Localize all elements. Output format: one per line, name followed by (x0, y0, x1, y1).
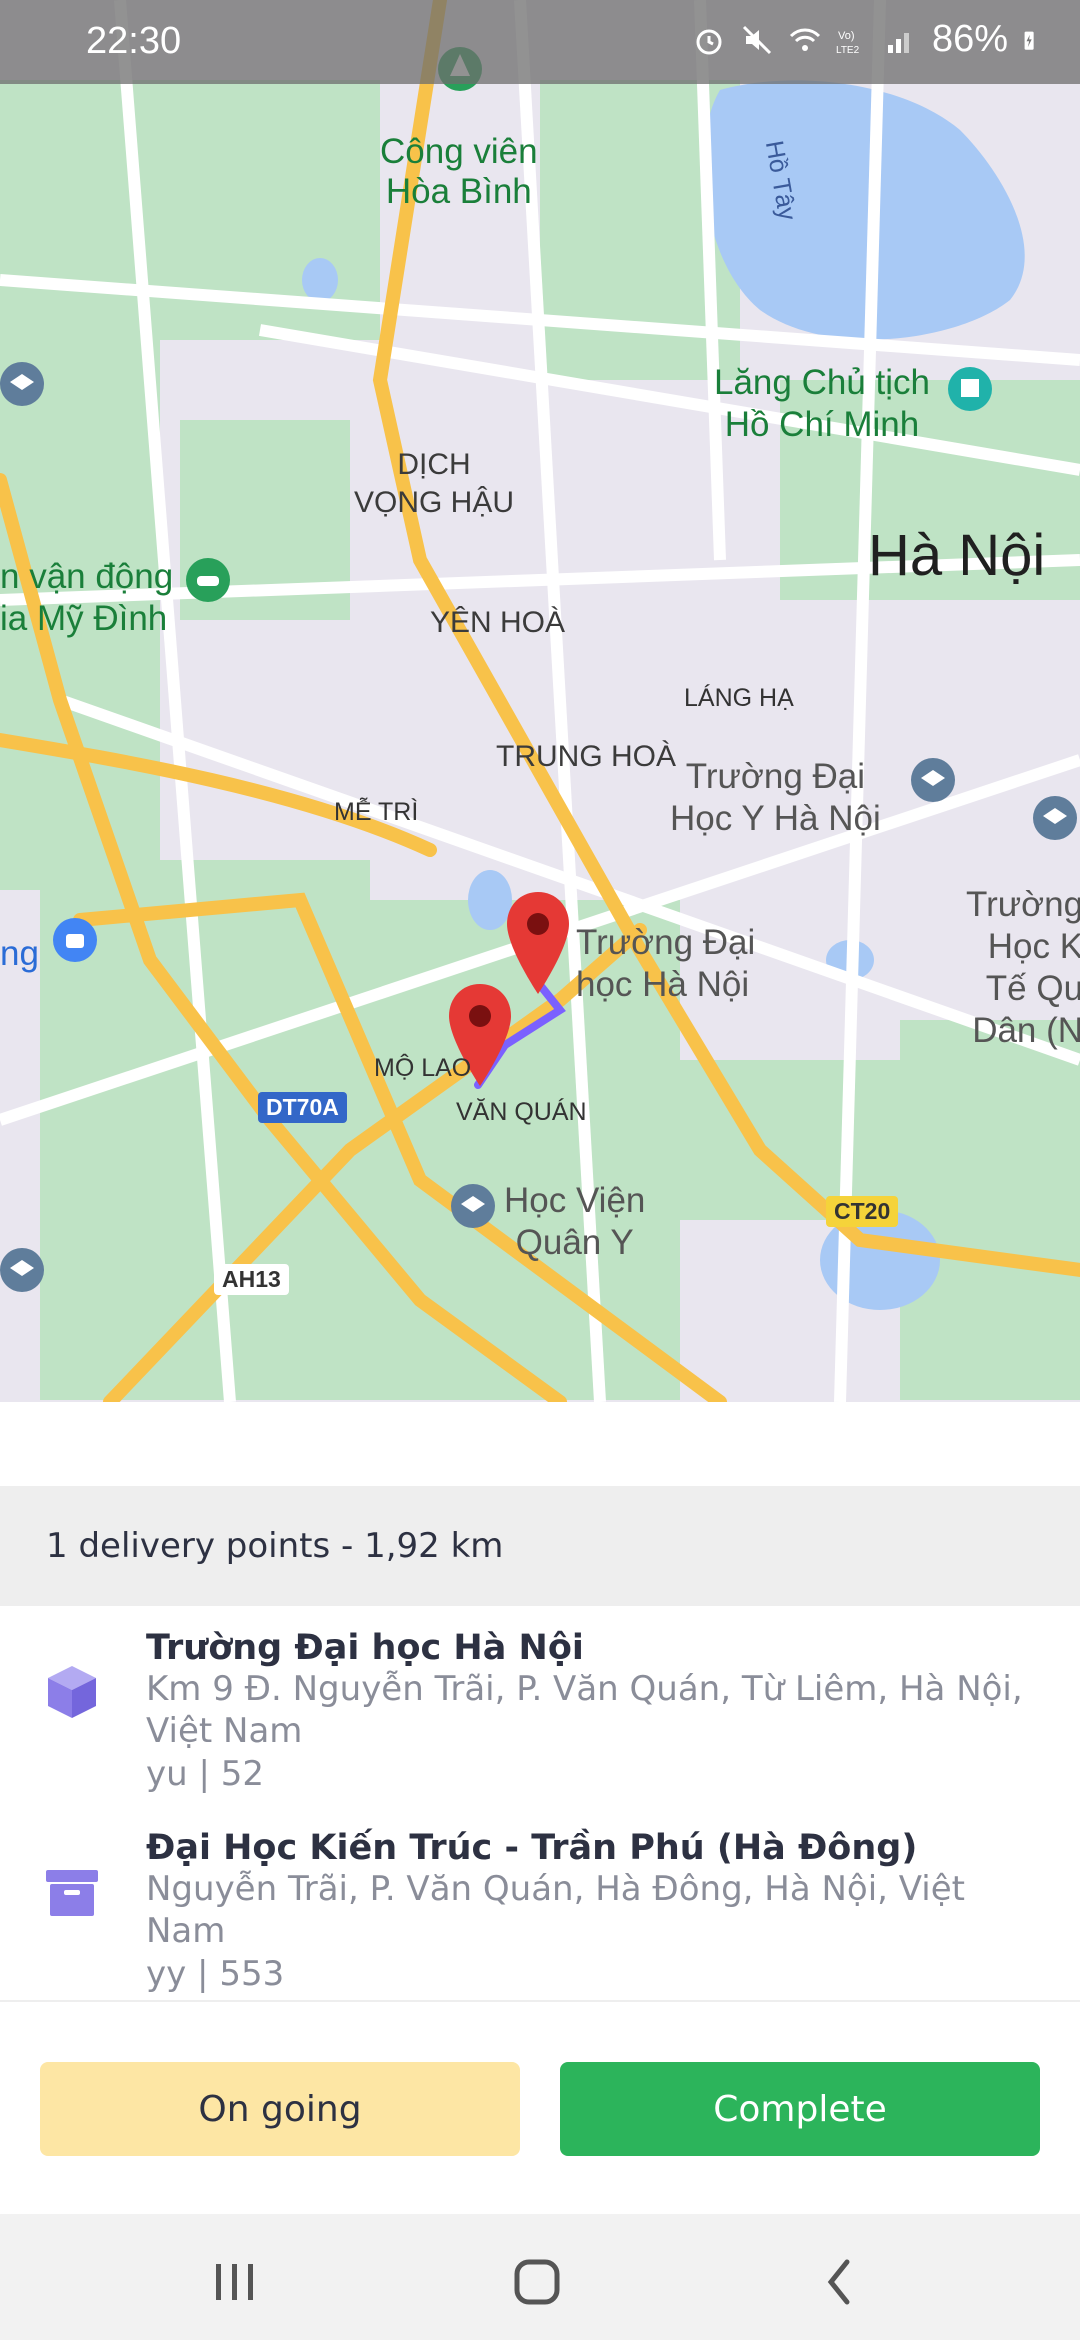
navigation-bar (0, 2214, 1080, 2340)
delivery-meta: yy | 553 (146, 1954, 285, 1994)
battery-icon (1024, 31, 1034, 50)
school-pin-icon[interactable] (448, 1182, 498, 1252)
map-label-dich-vong-hau: DỊCH VỌNG HẬU (354, 448, 515, 519)
map-label-mo-lao: MỘ LAO (374, 1054, 472, 1082)
status-bar: 22:30 Vo) LTE2 86% (0, 0, 1080, 84)
delivery-summary: 1 delivery points - 1,92 km (0, 1486, 1080, 1606)
school-pin-icon[interactable] (0, 360, 50, 420)
road-badge-ah13: AH13 (214, 1264, 289, 1295)
delivery-title: Đại Học Kiến Trúc - Trần Phú (Hà Đông) (146, 1828, 918, 1868)
svg-text:LTE2: LTE2 (836, 45, 860, 56)
svg-text:Vo): Vo) (838, 30, 855, 42)
map-view[interactable]: Công viên Hòa Bình Hồ Tây Lăng Chủ tịch … (0, 0, 1080, 1402)
road-badge-dt70a: DT70A (258, 1092, 347, 1123)
delivery-list[interactable]: Trường Đại học Hà Nội Km 9 Đ. Nguyễn Trã… (0, 1606, 1080, 2000)
map-label-trung-hoa: TRUNG HOÀ (496, 740, 676, 773)
map-label-mausoleum: Lăng Chủ tịch Hồ Chí Minh (714, 363, 930, 444)
wifi-icon (789, 28, 820, 51)
battery-percent: 86% (931, 18, 1008, 60)
landmark-pin-icon[interactable] (945, 365, 995, 425)
status-time: 22:30 (86, 20, 182, 62)
map-label-van-quan: VĂN QUÁN (456, 1098, 587, 1126)
list-item[interactable]: Trường Đại học Hà Nội Km 9 Đ. Nguyễn Trã… (0, 1606, 1080, 1806)
map-label-stadium: n vận động ia Mỹ Đình (0, 557, 174, 638)
school-pin-icon[interactable] (1030, 794, 1080, 854)
delivery-summary-text: 1 delivery points - 1,92 km (46, 1526, 504, 1566)
archive-box-icon (46, 1870, 98, 1916)
map-label-military-academy: Học Viện Quân Y (504, 1181, 646, 1262)
map-label-hanu: Trường Đại học Hà Nội (576, 923, 756, 1004)
map-label-park: Công viên Hòa Bình (380, 132, 538, 211)
delivery-address: Km 9 Đ. Nguyễn Trãi, P. Văn Quán, Từ Liê… (146, 1669, 1023, 1751)
volte-icon: Vo) LTE2 (836, 30, 860, 56)
complete-button[interactable]: Complete (560, 2062, 1040, 2156)
recent-apps-icon[interactable] (190, 2242, 280, 2312)
shopping-pin-icon[interactable] (50, 916, 100, 986)
road-badge-ct20: CT20 (826, 1196, 899, 1227)
school-pin-icon[interactable] (908, 756, 958, 816)
map-label-yen-hoa: YÊN HOÀ (430, 606, 566, 639)
package-box-icon (48, 1666, 96, 1718)
map-label-lang-ha: LÁNG HẠ (684, 684, 794, 712)
map-label-medical-uni: Trường Đại Học Y Hà Nội (670, 757, 881, 838)
back-icon[interactable] (795, 2242, 885, 2312)
signal-icon (887, 32, 909, 53)
school-pin-icon[interactable] (0, 1246, 50, 1306)
delivery-title: Trường Đại học Hà Nội (146, 1628, 584, 1668)
list-item[interactable]: Đại Học Kiến Trúc - Trần Phú (Hà Đông) N… (0, 1806, 1080, 2000)
map-label-hanoi: Hà Nội (868, 523, 1046, 588)
map-label-nat-econ: Trường Học K Tế Qu Dân (N (966, 885, 1080, 1050)
map-label-me-tri: MỄ TRÌ (334, 798, 419, 826)
map-label-ng: ng (0, 934, 39, 973)
stadium-pin-icon[interactable] (183, 556, 233, 616)
divider (0, 2000, 1080, 2002)
alarm-icon (696, 29, 722, 54)
status-icons: Vo) LTE2 86% (692, 18, 1044, 61)
mute-icon (742, 25, 771, 54)
home-icon[interactable] (492, 2242, 582, 2312)
destination-marker-icon[interactable] (505, 890, 571, 1000)
delivery-address: Nguyễn Trãi, P. Văn Quán, Hà Đông, Hà Nộ… (146, 1869, 966, 1951)
delivery-meta: yu | 52 (146, 1754, 265, 1794)
ongoing-button[interactable]: On going (40, 2062, 520, 2156)
